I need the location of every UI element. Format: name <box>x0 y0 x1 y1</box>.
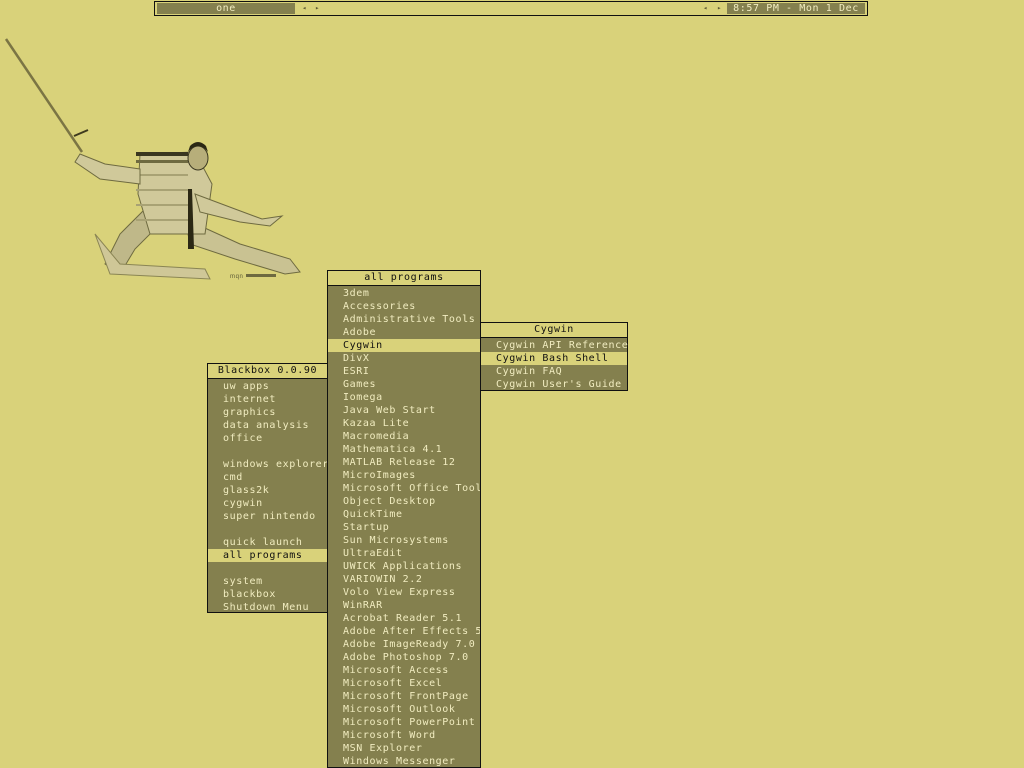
workspace-prev-icon[interactable]: ◂ <box>300 3 309 14</box>
workspace-label[interactable]: one <box>157 3 295 14</box>
menu-separator <box>208 445 327 458</box>
programs-menu-item-cygwin[interactable]: Cygwin <box>328 339 480 352</box>
programs-menu-item-ultraedit[interactable]: UltraEdit <box>328 547 480 560</box>
blackbox-menu-item-quick-launch[interactable]: quick launch <box>208 536 327 549</box>
blackbox-menu-item-office[interactable]: office <box>208 432 327 445</box>
programs-menu-item-microsoft-powerpoint[interactable]: Microsoft PowerPoint <box>328 716 480 729</box>
programs-menu-item-kazaa-lite[interactable]: Kazaa Lite <box>328 417 480 430</box>
programs-menu-item-microsoft-office-tools[interactable]: Microsoft Office Tools <box>328 482 480 495</box>
programs-menu-item-adobe-after-effects-5-0[interactable]: Adobe After Effects 5.0 <box>328 625 480 638</box>
programs-menu-item-accessories[interactable]: Accessories <box>328 300 480 313</box>
blackbox-menu-item-super-nintendo[interactable]: super nintendo <box>208 510 327 523</box>
blackbox-menu-title: Blackbox 0.0.90 <box>208 364 327 379</box>
programs-menu-item-java-web-start[interactable]: Java Web Start <box>328 404 480 417</box>
all-programs-menu-title: all programs <box>328 271 480 286</box>
workspace-next-icon[interactable]: ▸ <box>313 3 322 14</box>
menu-separator <box>208 523 327 536</box>
blackbox-menu-item-glass2k[interactable]: glass2k <box>208 484 327 497</box>
window-next-icon[interactable]: ▸ <box>715 3 724 14</box>
programs-menu-item-windows-messenger[interactable]: Windows Messenger <box>328 755 480 767</box>
all-programs-menu: all programs 3dem Accessories Administrati… <box>327 270 481 768</box>
blackbox-menu-item-all-programs[interactable]: all programs <box>208 549 327 562</box>
programs-menu-item-microsoft-frontpage[interactable]: Microsoft FrontPage <box>328 690 480 703</box>
programs-menu-item-microsoft-access[interactable]: Microsoft Access <box>328 664 480 677</box>
programs-menu-item-acrobat-reader-5-1[interactable]: Acrobat Reader 5.1 <box>328 612 480 625</box>
programs-menu-item-iomega[interactable]: Iomega <box>328 391 480 404</box>
cygwin-submenu: Cygwin Cygwin API Reference Cygwin Bash S… <box>480 322 628 391</box>
programs-menu-item-games[interactable]: Games <box>328 378 480 391</box>
programs-menu-item-adobe-photoshop-7-0[interactable]: Adobe Photoshop 7.0 <box>328 651 480 664</box>
wallpaper-figure-image: mqn <box>4 38 301 280</box>
cygwin-menu-item-cygwin-user-s-guide[interactable]: Cygwin User's Guide <box>481 378 627 391</box>
programs-menu-item-esri[interactable]: ESRI <box>328 365 480 378</box>
figure-signature: mqn <box>230 274 243 280</box>
blackbox-menu-item-cmd[interactable]: cmd <box>208 471 327 484</box>
window-prev-icon[interactable]: ◂ <box>701 3 710 14</box>
programs-menu-item-object-desktop[interactable]: Object Desktop <box>328 495 480 508</box>
blackbox-menu-item-uw-apps[interactable]: uw apps <box>208 380 327 393</box>
programs-menu-item-microsoft-excel[interactable]: Microsoft Excel <box>328 677 480 690</box>
programs-menu-item-matlab-release-12[interactable]: MATLAB Release 12 <box>328 456 480 469</box>
programs-menu-item-winrar[interactable]: WinRAR <box>328 599 480 612</box>
figure-body-icon <box>74 142 301 280</box>
programs-menu-item-uwick-applications[interactable]: UWICK Applications <box>328 560 480 573</box>
blackbox-menu-item-shutdown-menu[interactable]: Shutdown Menu <box>208 601 327 614</box>
blackbox-menu-item-internet[interactable]: internet <box>208 393 327 406</box>
programs-menu-item-msn-explorer[interactable]: MSN Explorer <box>328 742 480 755</box>
programs-menu-item-variowin-2-2[interactable]: VARIOWIN 2.2 <box>328 573 480 586</box>
clock: 8:57 PM - Mon 1 Dec <box>727 3 865 14</box>
blackbox-menu-item-windows-explorer[interactable]: windows explorer <box>208 458 328 471</box>
blackbox-menu-item-data-analysis[interactable]: data analysis <box>208 419 327 432</box>
programs-menu-item-startup[interactable]: Startup <box>328 521 480 534</box>
programs-menu-item-adobe-imageready-7-0[interactable]: Adobe ImageReady 7.0 <box>328 638 480 651</box>
programs-menu-item-volo-view-express[interactable]: Volo View Express <box>328 586 480 599</box>
cygwin-menu-item-cygwin-bash-shell[interactable]: Cygwin Bash Shell <box>481 352 627 365</box>
programs-menu-item-sun-microsystems[interactable]: Sun Microsystems <box>328 534 480 547</box>
menu-separator <box>208 562 327 575</box>
cygwin-menu-item-cygwin-faq[interactable]: Cygwin FAQ <box>481 365 627 378</box>
cygwin-menu-title: Cygwin <box>481 323 627 338</box>
sword-icon <box>4 38 89 153</box>
blackbox-menu-item-system[interactable]: system <box>208 575 327 588</box>
programs-menu-item-divx[interactable]: DivX <box>328 352 480 365</box>
blackbox-menu-item-blackbox[interactable]: blackbox <box>208 588 327 601</box>
blackbox-menu-item-cygwin[interactable]: cygwin <box>208 497 327 510</box>
programs-menu-item-3dem[interactable]: 3dem <box>328 287 480 300</box>
programs-menu-item-administrative-tools[interactable]: Administrative Tools <box>328 313 480 326</box>
programs-menu-item-microsoft-word[interactable]: Microsoft Word <box>328 729 480 742</box>
programs-menu-item-adobe[interactable]: Adobe <box>328 326 480 339</box>
programs-menu-item-quicktime[interactable]: QuickTime <box>328 508 480 521</box>
toolbar: one ◂ ▸ ◂ ▸ 8:57 PM - Mon 1 Dec <box>154 1 868 16</box>
cygwin-menu-item-cygwin-api-reference[interactable]: Cygwin API Reference <box>481 339 628 352</box>
programs-menu-item-microimages[interactable]: MicroImages <box>328 469 480 482</box>
blackbox-menu-item-graphics[interactable]: graphics <box>208 406 327 419</box>
programs-menu-item-macromedia[interactable]: Macromedia <box>328 430 480 443</box>
blackbox-root-menu: Blackbox 0.0.90 uw apps internet graphics d… <box>207 363 328 613</box>
programs-menu-item-microsoft-outlook[interactable]: Microsoft Outlook <box>328 703 480 716</box>
programs-menu-item-mathematica-4-1[interactable]: Mathematica 4.1 <box>328 443 480 456</box>
